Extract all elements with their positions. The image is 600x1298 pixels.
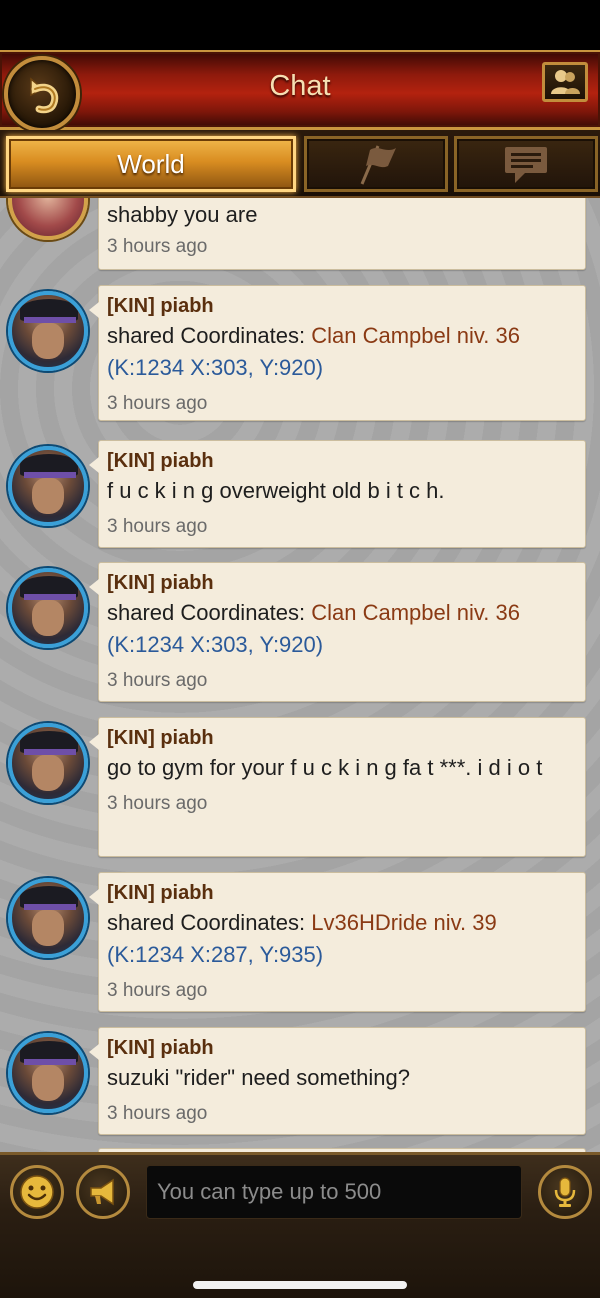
piabh-avatar[interactable] xyxy=(8,723,88,803)
microphone-icon xyxy=(554,1177,576,1207)
friends-icon xyxy=(551,70,580,94)
piabh-avatar[interactable] xyxy=(8,878,88,958)
chat-tabs: World xyxy=(0,130,600,198)
smiley-icon xyxy=(20,1175,54,1209)
private-message-icon xyxy=(505,147,547,183)
message-sender: [KIN] piabh xyxy=(107,727,214,749)
message-bubble: [KIN] piabh shared Coordinates: Clan Cam… xyxy=(89,562,586,702)
coord-name-link[interactable]: Clan Campbel niv. 36 xyxy=(311,600,520,625)
message-bubble: shabby you are 3 hours ago xyxy=(98,198,586,270)
coord-name-link[interactable]: Lv36HDride niv. 39 xyxy=(311,910,496,935)
chat-input-bar xyxy=(0,1152,600,1298)
message-text-prefix: shared Coordinates: xyxy=(107,600,312,625)
megaphone-icon xyxy=(90,1178,114,1206)
message-time: 3 hours ago xyxy=(107,236,208,257)
message-time: 3 hours ago xyxy=(107,393,208,414)
piabh-avatar[interactable] xyxy=(8,1033,88,1113)
emoji-button[interactable] xyxy=(10,1165,64,1219)
coordinates-link[interactable]: (K:1234 X:303, Y:920) xyxy=(107,352,577,384)
chat-message-input[interactable] xyxy=(146,1165,522,1219)
status-bar xyxy=(0,0,600,50)
coordinates-link[interactable]: (K:1234 X:287, Y:935) xyxy=(107,939,577,971)
message-text: shabby you are xyxy=(107,202,258,227)
chat-messages[interactable]: shabby you are 3 hours ago [KIN] piabh s… xyxy=(0,198,600,1152)
message-text: shared Coordinates: Clan Campbel niv. 36 xyxy=(107,320,577,352)
message-bubble: [KIN] piabh f u c k i n g overweight old… xyxy=(89,440,586,548)
page-title: Chat xyxy=(269,70,331,102)
tab-world[interactable]: World xyxy=(6,136,296,192)
message-time: 3 hours ago xyxy=(107,670,208,691)
piabh-avatar[interactable] xyxy=(8,291,88,371)
coordinates-link[interactable]: (K:1234 X:303, Y:920) xyxy=(107,629,577,661)
message-time: 3 hours ago xyxy=(107,793,208,814)
clan-flag-icon xyxy=(360,145,396,185)
message-time: 3 hours ago xyxy=(107,980,208,1001)
message-text: shared Coordinates: Lv36HDride niv. 39 xyxy=(107,907,577,939)
chat-header: Chat xyxy=(0,50,600,132)
piabh-avatar[interactable] xyxy=(8,568,88,648)
message-text-prefix: shared Coordinates: xyxy=(107,910,312,935)
message-sender: [KIN] piabh xyxy=(107,882,214,904)
tab-private[interactable] xyxy=(454,136,598,192)
piabh-avatar[interactable] xyxy=(8,446,88,526)
message-text: shared Coordinates: Clan Campbel niv. 36 xyxy=(107,597,577,629)
voice-button[interactable] xyxy=(538,1165,592,1219)
message-time: 3 hours ago xyxy=(107,516,208,537)
message-bubble: [KIN] piabh shared Coordinates: Lv36HDri… xyxy=(89,872,586,1012)
female-avatar[interactable] xyxy=(8,198,88,240)
message-sender: [KIN] piabh xyxy=(107,572,214,594)
message-text-prefix: shared Coordinates: xyxy=(107,323,312,348)
message-sender: [KIN] piabh xyxy=(107,1037,214,1059)
broadcast-button[interactable] xyxy=(76,1165,130,1219)
tab-clan[interactable] xyxy=(304,136,448,192)
message-text: go to gym for your f u c k i n g fa t **… xyxy=(107,755,543,780)
message-bubble: [KIN] piabh shared Coordinates: Clan Cam… xyxy=(89,285,586,421)
coord-name-link[interactable]: Clan Campbel niv. 36 xyxy=(311,323,520,348)
message-time: 3 hours ago xyxy=(107,1103,208,1124)
message-text: suzuki "rider" need something? xyxy=(107,1065,411,1090)
tab-world-label: World xyxy=(117,148,185,179)
home-indicator[interactable] xyxy=(193,1281,407,1289)
friends-button[interactable] xyxy=(542,62,588,102)
message-bubble: [KIN] piabh go to gym for your f u c k i… xyxy=(89,717,586,857)
message-text: f u c k i n g overweight old b i t c h. xyxy=(107,478,445,503)
message-sender: [KIN] piabh xyxy=(107,450,214,472)
message-bubble: [KIN] piabh suzuki "rider" need somethin… xyxy=(89,1027,586,1135)
message-sender: [KIN] piabh xyxy=(107,295,214,317)
